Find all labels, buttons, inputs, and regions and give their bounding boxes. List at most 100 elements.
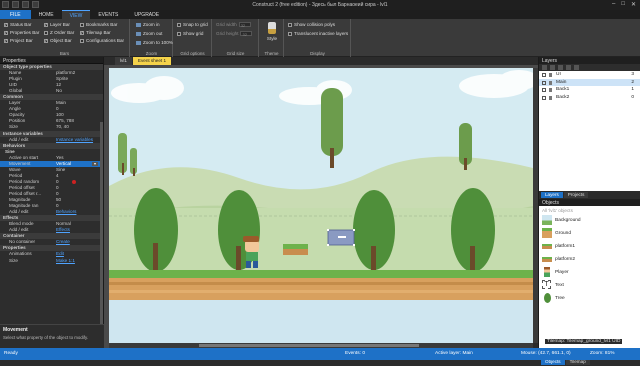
layer-name: UI	[556, 72, 561, 77]
layer-visible-checkbox[interactable]	[542, 95, 546, 100]
checkbox-icon	[288, 31, 292, 36]
layer-row[interactable]: Main 2	[539, 78, 640, 86]
show-collision-polys-toggle[interactable]: Show collision polys	[288, 22, 335, 27]
right-panel: Layers UI 3 Main 2 Back1 1 Back2 0 Layers Proje…	[538, 57, 640, 366]
status-bar-label: Status Bar	[10, 22, 32, 27]
lock-icon[interactable]	[549, 95, 552, 100]
objects-filter[interactable]: All 'lvl1' objects	[539, 206, 640, 214]
move-layer-down-icon[interactable]	[574, 65, 579, 70]
style-button[interactable]: Style	[265, 22, 279, 41]
properties-header: Properties	[0, 57, 103, 64]
maximize-icon[interactable]: □	[621, 1, 625, 8]
properties-panel: Properties Object type properties Name pla…	[0, 57, 104, 348]
status-ready: Ready	[4, 351, 18, 356]
close-icon[interactable]: ✕	[631, 1, 636, 8]
background-icon	[542, 215, 552, 225]
layer-visible-checkbox[interactable]	[542, 73, 546, 77]
zoom-in-button[interactable]: Zoom in	[136, 22, 160, 27]
group-title: Zoom	[145, 51, 158, 56]
layer-bar-toggle[interactable]: ✓ Layer Bar	[44, 22, 70, 27]
zoom-in-label: Zoom in	[143, 22, 160, 27]
view-ribbon: ✓ Status Bar ✓ Properties Bar ✓ Project Bar…	[0, 19, 640, 57]
tab-events[interactable]: EVENTS	[90, 10, 126, 19]
move-layer-up-icon[interactable]	[566, 65, 571, 70]
object-name: Player	[555, 270, 569, 275]
layer-index: 3	[631, 72, 634, 77]
layer-visible-checkbox[interactable]	[542, 88, 546, 92]
tab-layers[interactable]: Layers	[541, 192, 563, 198]
show-grid-toggle[interactable]: Show grid	[177, 31, 203, 36]
properties-bar-toggle[interactable]: ✓ Properties Bar	[4, 30, 39, 35]
platform2-sprite-selected[interactable]	[327, 229, 355, 246]
tab-layout-lvl1[interactable]: lvl1	[115, 57, 132, 65]
player-icon	[542, 267, 552, 277]
layer-row[interactable]: UI 3	[539, 71, 640, 79]
bookmarks-bar-label: Bookmarks Bar	[86, 22, 118, 27]
object-item[interactable]: T Text	[539, 279, 640, 292]
grid-width-input[interactable]: 32	[238, 22, 251, 28]
zoom-100-button[interactable]: Zoom to 100%	[136, 40, 173, 45]
tilemap-bar-toggle[interactable]: ✓ Tilemap Bar	[80, 30, 111, 35]
translucent-inactive-layers-toggle[interactable]: Translucent inactive layers	[288, 31, 348, 36]
cursor-marker-icon	[72, 180, 76, 185]
object-item[interactable]: Player	[539, 266, 640, 279]
tab-event-sheet-1[interactable]: Event sheet 1	[132, 57, 171, 65]
object-item[interactable]: Tree	[539, 292, 640, 305]
tab-upgrade[interactable]: UPGRADE	[126, 10, 167, 19]
layer-index: 2	[631, 79, 634, 85]
snap-to-grid-toggle[interactable]: Snap to grid	[177, 22, 208, 27]
layer-visible-checkbox[interactable]	[542, 80, 546, 85]
layer-row[interactable]: Back1 1	[539, 86, 640, 94]
zoom-in-icon	[136, 22, 141, 27]
checkbox-icon	[288, 22, 292, 27]
tab-view[interactable]: VIEW	[61, 10, 91, 19]
layer-bar-label: Layer Bar	[50, 22, 70, 27]
grid-height-input[interactable]: 32	[240, 31, 253, 37]
layout-canvas[interactable]	[109, 68, 533, 343]
object-name: Background	[555, 218, 581, 223]
zoom-out-button[interactable]: Zoom out	[136, 31, 162, 36]
lock-icon[interactable]	[549, 73, 552, 77]
snap-to-grid-label: Snap to grid	[183, 22, 208, 27]
property-row[interactable]: Size Make 1:1	[0, 258, 103, 264]
properties-scrollbar[interactable]	[100, 122, 103, 327]
theme-group: Style Theme	[260, 19, 284, 57]
status-zoom: Zoom: 81%	[590, 351, 615, 356]
bookmarks-bar-toggle[interactable]: Bookmarks Bar	[80, 22, 117, 27]
brush-icon	[268, 22, 276, 34]
configurations-bar-toggle[interactable]: Configurations Bar	[80, 38, 124, 43]
tab-projects[interactable]: Projects	[563, 192, 589, 198]
z-order-bar-toggle[interactable]: Z Order Bar	[44, 30, 74, 35]
zoom-out-icon	[136, 31, 141, 36]
window-title: Construct 2 (free edition) - Здесь был Б…	[252, 2, 388, 8]
platform-icon	[542, 241, 552, 251]
object-bar-toggle[interactable]: ✓ Object Bar	[44, 38, 72, 43]
delete-layer-icon[interactable]	[558, 65, 563, 70]
ground-tilemap[interactable]	[109, 270, 533, 300]
tab-home[interactable]: HOME	[31, 10, 62, 19]
object-item[interactable]: platform2	[539, 253, 640, 266]
dropdown-arrow-icon[interactable]: ▾	[92, 161, 98, 166]
lock-icon[interactable]	[549, 88, 552, 92]
object-item[interactable]: Background	[539, 214, 640, 227]
object-item[interactable]: Ground	[539, 227, 640, 240]
project-bar-toggle[interactable]: ✓ Project Bar	[4, 38, 33, 43]
checkbox-icon: ✓	[44, 38, 48, 43]
platform1-sprite[interactable]	[283, 244, 308, 255]
add-layer-icon[interactable]	[542, 65, 547, 70]
checkbox-icon	[177, 31, 181, 36]
show-grid-label: Show grid	[183, 31, 204, 36]
zoom-100-label: Zoom to 100%	[143, 40, 173, 45]
hscroll-thumb[interactable]	[199, 344, 419, 347]
properties-bar-label: Properties Bar	[10, 30, 40, 35]
object-item[interactable]: platform1	[539, 240, 640, 253]
minimize-icon[interactable]: –	[612, 1, 615, 8]
edit-layer-icon[interactable]	[550, 65, 555, 70]
layer-row[interactable]: Back2 0	[539, 93, 640, 101]
platform-icon	[542, 254, 552, 264]
lock-icon[interactable]	[549, 80, 552, 85]
layers-header: Layers	[539, 57, 640, 64]
property-link[interactable]: Make 1:1	[56, 258, 75, 264]
tab-file[interactable]: FILE	[0, 10, 31, 19]
status-bar-toggle[interactable]: ✓ Status Bar	[4, 22, 31, 27]
